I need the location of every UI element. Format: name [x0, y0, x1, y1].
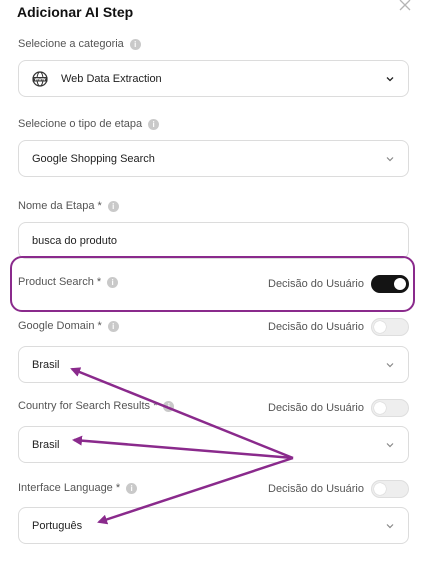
info-icon[interactable]: i	[107, 200, 119, 212]
step-name-input[interactable]: busca do produto	[18, 222, 409, 259]
user-decision-toggle[interactable]	[371, 399, 409, 417]
toggle-knob	[374, 321, 386, 333]
language-select[interactable]: Português	[18, 507, 409, 544]
user-decision-toggle[interactable]	[371, 480, 409, 498]
category-select[interactable]: www Web Data Extraction	[18, 60, 409, 97]
category-label-text: Selecione a categoria	[18, 38, 124, 50]
chevron-down-icon	[386, 76, 394, 81]
product-search-label: Product Search * i	[18, 276, 119, 288]
country-select[interactable]: Brasil	[18, 426, 409, 463]
step-name-label-text: Nome da Etapa *	[18, 200, 102, 212]
language-label: Interface Language * i	[18, 482, 138, 494]
user-decision-toggle[interactable]	[371, 318, 409, 336]
info-icon[interactable]: i	[148, 118, 160, 130]
step-type-label-text: Selecione o tipo de etapa	[18, 118, 143, 130]
user-decision-label: Decisão do Usuário	[268, 483, 364, 495]
country-label: Country for Search Results * i	[18, 400, 175, 412]
product-search-label-text: Product Search *	[18, 276, 102, 288]
language-decision: Decisão do Usuário	[268, 480, 409, 498]
google-domain-select[interactable]: Brasil	[18, 346, 409, 383]
google-domain-value: Brasil	[32, 358, 60, 371]
close-icon[interactable]	[398, 0, 412, 12]
google-domain-decision: Decisão do Usuário	[268, 318, 409, 336]
info-icon[interactable]: i	[163, 400, 175, 412]
chevron-down-icon	[386, 156, 394, 161]
globe-www-icon: www	[32, 70, 48, 87]
step-type-value: Google Shopping Search	[32, 152, 155, 165]
toggle-knob	[374, 402, 386, 414]
country-decision: Decisão do Usuário	[268, 399, 409, 417]
chevron-down-icon	[386, 362, 394, 367]
info-icon[interactable]: i	[107, 320, 119, 332]
dialog-title: Adicionar AI Step	[17, 4, 134, 20]
step-type-select[interactable]: Google Shopping Search	[18, 140, 409, 177]
product-search-decision: Decisão do Usuário	[268, 275, 409, 293]
language-label-text: Interface Language *	[18, 482, 121, 494]
user-decision-toggle[interactable]	[371, 275, 409, 293]
category-label: Selecione a categoria i	[18, 38, 141, 50]
language-value: Português	[32, 519, 83, 532]
user-decision-label: Decisão do Usuário	[268, 402, 364, 414]
chevron-down-icon	[386, 523, 394, 528]
chevron-down-icon	[386, 442, 394, 447]
step-name-label: Nome da Etapa * i	[18, 200, 119, 212]
country-value: Brasil	[32, 438, 60, 451]
info-icon[interactable]: i	[126, 482, 138, 494]
info-icon[interactable]: i	[129, 38, 141, 50]
google-domain-label: Google Domain * i	[18, 320, 119, 332]
country-label-text: Country for Search Results *	[18, 400, 158, 412]
google-domain-label-text: Google Domain *	[18, 320, 102, 332]
user-decision-label: Decisão do Usuário	[268, 321, 364, 333]
category-value: Web Data Extraction	[61, 72, 162, 85]
toggle-knob	[394, 278, 406, 290]
toggle-knob	[374, 483, 386, 495]
step-name-value: busca do produto	[32, 234, 118, 247]
info-icon[interactable]: i	[107, 276, 119, 288]
svg-text:www: www	[34, 76, 45, 81]
step-type-label: Selecione o tipo de etapa i	[18, 118, 160, 130]
user-decision-label: Decisão do Usuário	[268, 278, 364, 290]
